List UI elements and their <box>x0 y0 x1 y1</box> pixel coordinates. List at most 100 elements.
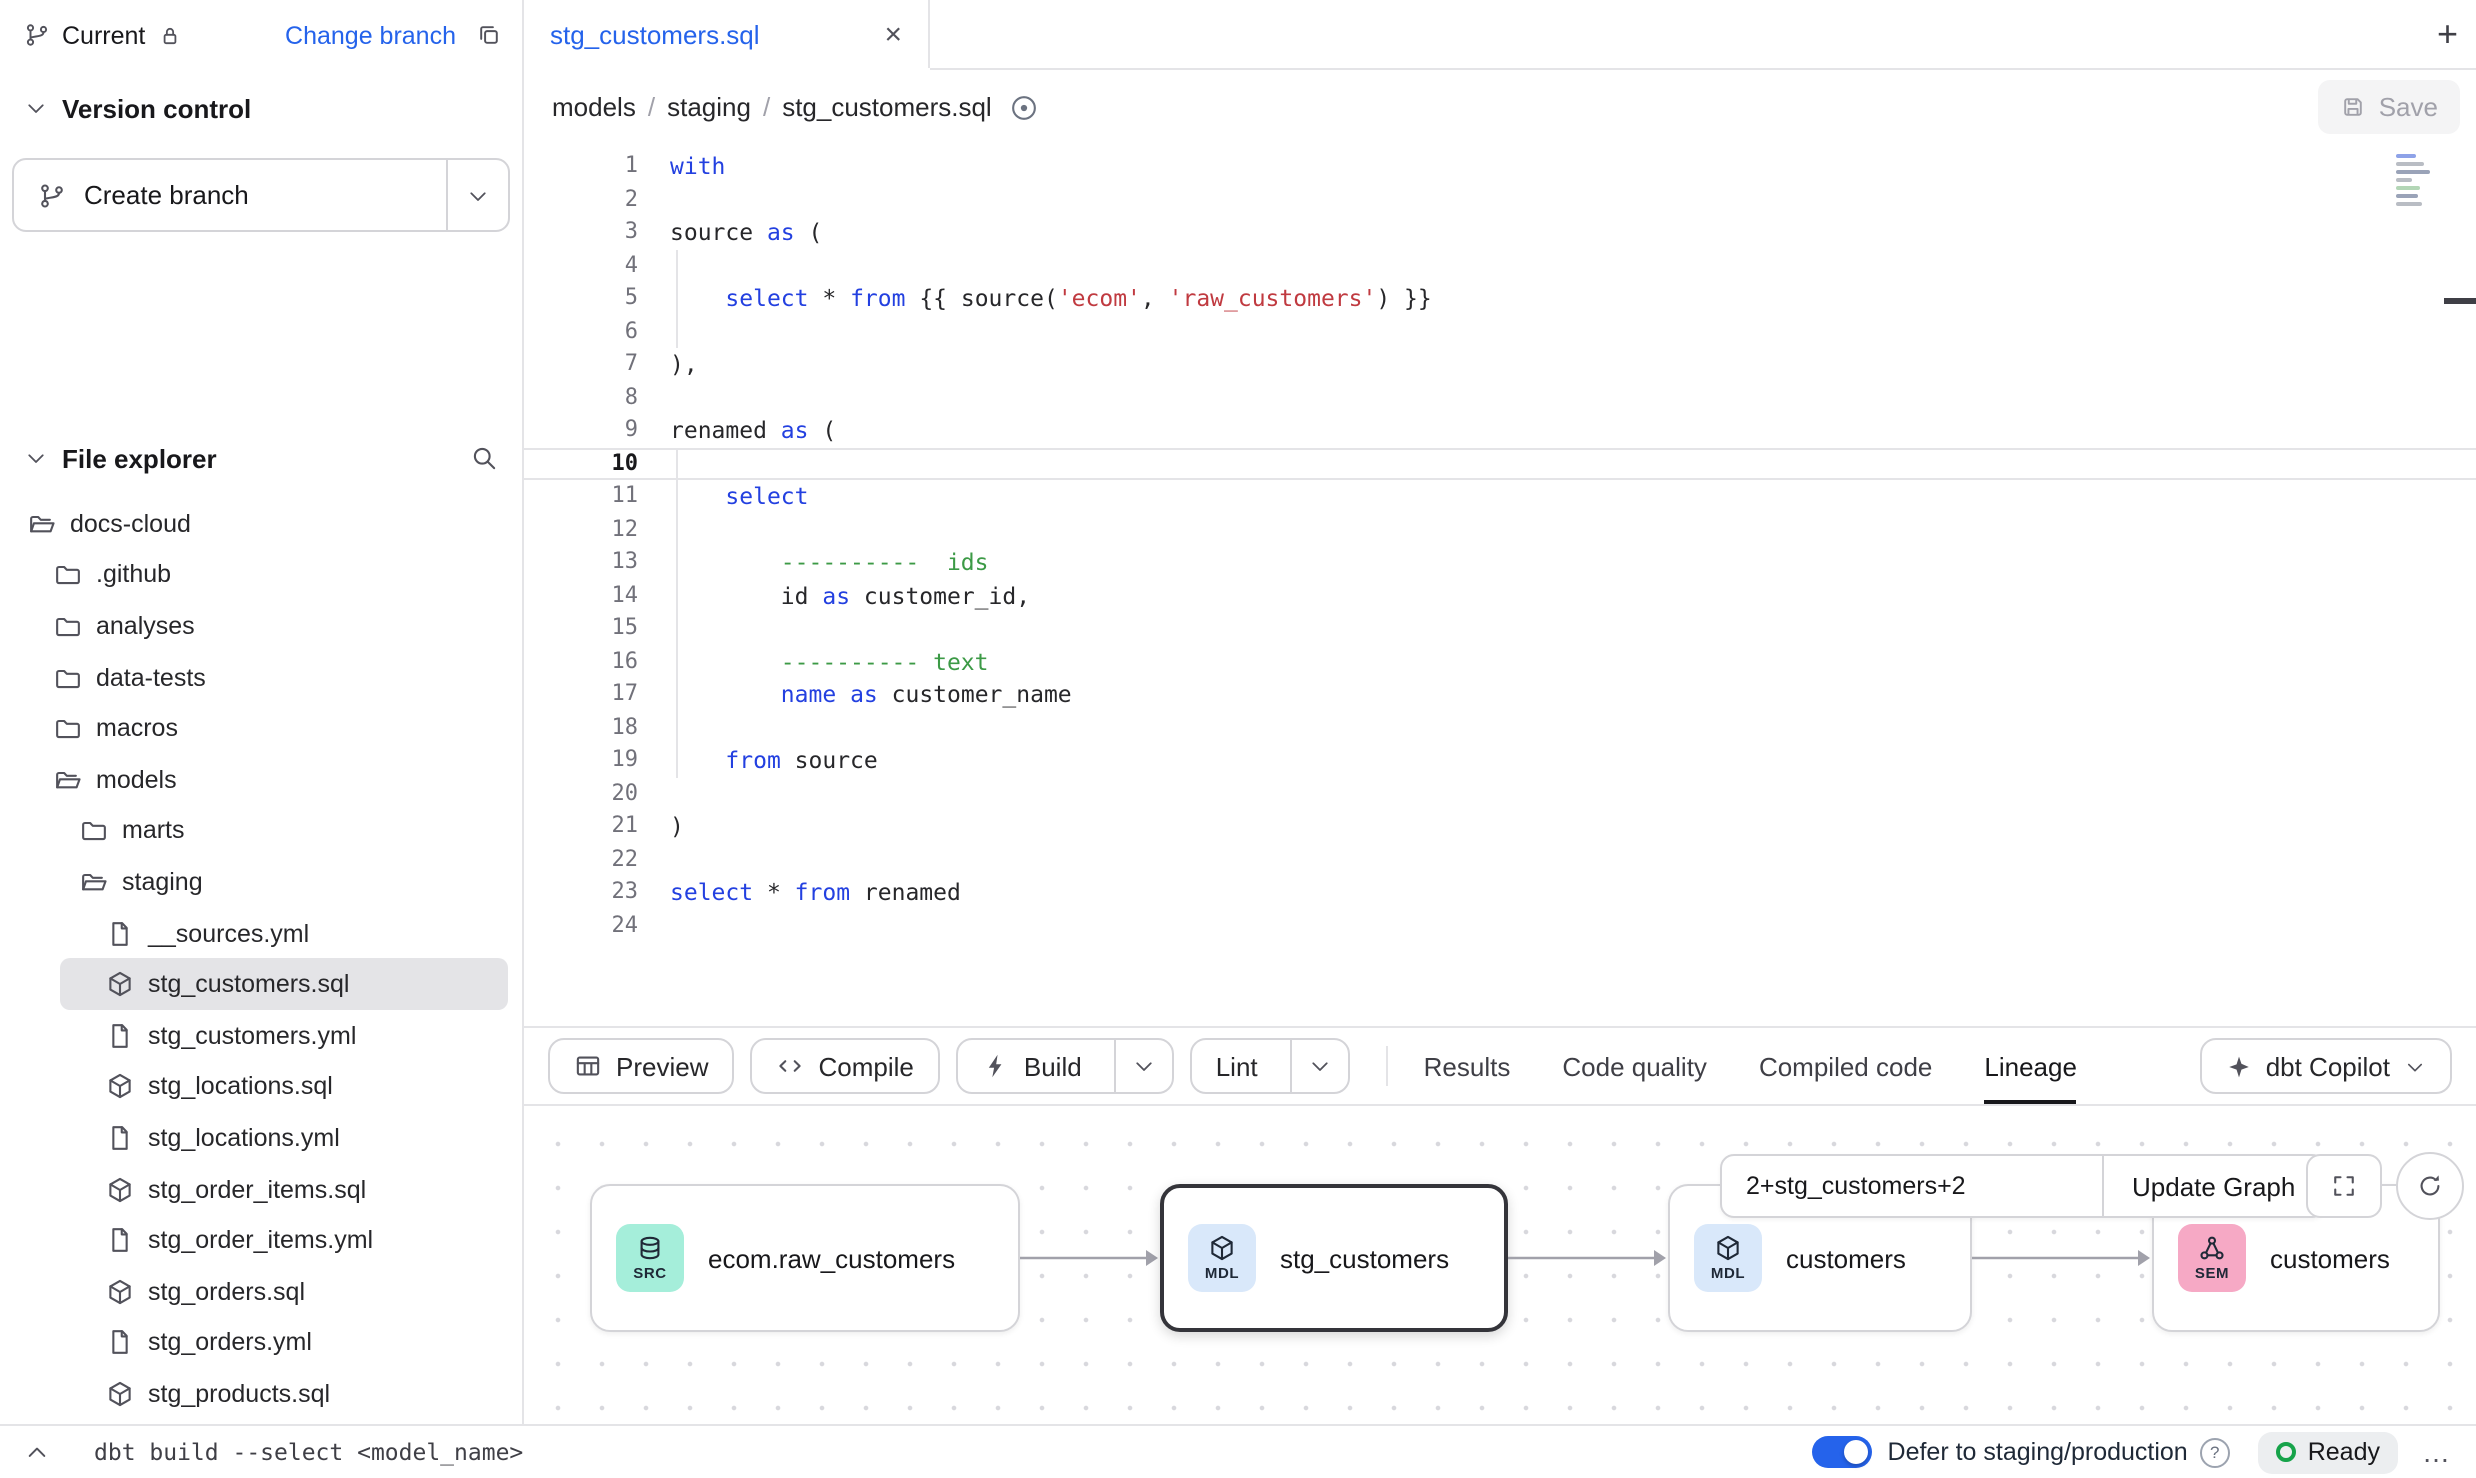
line-number: 4 <box>524 249 638 282</box>
file-explorer-header[interactable]: File explorer <box>0 436 522 480</box>
close-icon[interactable]: × <box>884 19 902 49</box>
lock-icon <box>157 23 181 47</box>
line-number: 10 <box>524 447 638 480</box>
ready-status-button[interactable]: Ready <box>2258 1431 2398 1473</box>
folder-open-icon <box>28 510 56 538</box>
code-line-11: 11 select <box>524 480 2476 513</box>
tree-item-stg_locations.sql[interactable]: stg_locations.sql <box>0 1061 522 1112</box>
dbt-copilot-button[interactable]: dbt Copilot <box>2200 1038 2452 1094</box>
tree-item-label: marts <box>122 817 185 845</box>
breadcrumb-separator: / <box>648 92 655 122</box>
help-icon[interactable]: ? <box>2200 1437 2230 1467</box>
lint-dropdown[interactable] <box>1290 1040 1348 1092</box>
scrollbar-mark[interactable] <box>2444 298 2476 304</box>
tree-item-label: stg_order_items.yml <box>148 1226 373 1254</box>
defer-toggle[interactable] <box>1812 1436 1872 1468</box>
tree-item-stg_customers.sql[interactable]: stg_customers.sql <box>60 959 508 1010</box>
breadcrumb-part: staging <box>667 92 751 122</box>
tree-item-label: staging <box>122 868 203 896</box>
code-line-17: 17 name as customer_name <box>524 678 2476 711</box>
tree-item-macros[interactable]: macros <box>0 703 522 754</box>
line-content <box>638 381 2476 414</box>
copy-icon[interactable] <box>476 22 502 48</box>
tree-item-stg_orders.sql[interactable]: stg_orders.sql <box>0 1266 522 1317</box>
save-label: Save <box>2379 92 2438 122</box>
tree-item-.github[interactable]: .github <box>0 549 522 600</box>
new-tab-button[interactable]: + <box>2437 0 2458 68</box>
create-branch-main[interactable]: Create branch <box>14 160 446 230</box>
tree-item-stg_order_items.yml[interactable]: stg_order_items.yml <box>0 1215 522 1266</box>
create-branch-dropdown[interactable] <box>446 160 508 230</box>
code-line-2: 2 <box>524 183 2476 216</box>
lineage-selector-group: 2+stg_customers+2 Update Graph <box>1720 1154 2325 1218</box>
code-editor[interactable]: 1with23source as (45 select * from {{ so… <box>524 144 2476 1026</box>
lineage-node-stg_customers-model[interactable]: MDLstg_customers <box>1160 1184 1508 1332</box>
lineage-node-ecom.raw_customers-source[interactable]: SRCecom.raw_customers <box>590 1184 1020 1332</box>
refresh-button[interactable] <box>2396 1152 2464 1220</box>
line-number: 1 <box>524 150 638 183</box>
line-number: 12 <box>524 513 638 546</box>
tab-results[interactable]: Results <box>1424 1028 1511 1104</box>
tab-compiled-code[interactable]: Compiled code <box>1759 1028 1932 1104</box>
tab-code-quality[interactable]: Code quality <box>1562 1028 1707 1104</box>
tree-item-stg_products.sql[interactable]: stg_products.sql <box>0 1368 522 1419</box>
change-branch-link[interactable]: Change branch <box>285 21 456 49</box>
chevron-up-icon[interactable] <box>24 1439 50 1465</box>
version-control-header[interactable]: Version control <box>0 86 522 130</box>
cube-icon <box>106 1277 134 1305</box>
create-branch-button[interactable]: Create branch <box>12 158 510 232</box>
tree-item-docs-cloud[interactable]: docs-cloud <box>0 498 522 549</box>
minimap[interactable] <box>2396 154 2448 210</box>
line-content <box>638 777 2476 810</box>
tree-item-stg_locations.yml[interactable]: stg_locations.yml <box>0 1112 522 1163</box>
line-number: 13 <box>524 546 638 579</box>
save-button[interactable]: Save <box>2319 80 2460 134</box>
code-line-6: 6 <box>524 315 2476 348</box>
tree-item-stg_customers.yml[interactable]: stg_customers.yml <box>0 1010 522 1061</box>
tree-item-staging[interactable]: staging <box>0 856 522 907</box>
tree-item-stg_order_items.sql[interactable]: stg_order_items.sql <box>0 1163 522 1214</box>
tree-item-stg_orders.yml[interactable]: stg_orders.yml <box>0 1317 522 1368</box>
tab-lineage[interactable]: Lineage <box>1984 1028 2077 1104</box>
lineage-selector-input[interactable]: 2+stg_customers+2 <box>1722 1156 2102 1216</box>
tree-item-__sources.yml[interactable]: __sources.yml <box>0 908 522 959</box>
line-content <box>638 909 2476 942</box>
tree-item-data-tests[interactable]: data-tests <box>0 652 522 703</box>
code-line-3: 3source as ( <box>524 216 2476 249</box>
fullscreen-button[interactable] <box>2306 1154 2382 1218</box>
lint-button[interactable]: Lint <box>1190 1038 1350 1094</box>
build-dropdown[interactable] <box>1114 1040 1172 1092</box>
line-content: ) <box>638 810 2476 843</box>
result-tabs: Results Code quality Compiled code Lineage <box>1424 1028 2077 1104</box>
folder-open-icon <box>80 868 108 896</box>
branch-bar: Current Change branch <box>0 0 522 70</box>
update-graph-button[interactable]: Update Graph <box>2102 1156 2323 1216</box>
lineage-node-label: ecom.raw_customers <box>708 1243 955 1273</box>
save-icon <box>2341 94 2367 120</box>
build-button[interactable]: Build <box>956 1038 1174 1094</box>
search-icon[interactable] <box>470 444 498 472</box>
compile-button[interactable]: Compile <box>751 1038 940 1094</box>
file-icon <box>106 1226 134 1254</box>
chevron-down-icon <box>1132 1054 1156 1078</box>
current-branch-label: Current <box>62 21 145 49</box>
preview-button[interactable]: Preview <box>548 1038 735 1094</box>
tree-item-label: models <box>96 766 177 794</box>
file-icon <box>106 1124 134 1152</box>
db-icon <box>636 1234 664 1262</box>
code-line-1: 1with <box>524 150 2476 183</box>
command-text: dbt build --select <model_name> <box>94 1438 523 1466</box>
line-content: renamed as ( <box>638 414 2476 447</box>
line-number: 14 <box>524 579 638 612</box>
overflow-menu-icon[interactable]: … <box>2422 1436 2452 1468</box>
line-number: 18 <box>524 711 638 744</box>
lineage-panel: SRCecom.raw_customersMDLstg_customersMDL… <box>524 1106 2476 1424</box>
tab-stg-customers-sql[interactable]: stg_customers.sql × <box>524 0 930 68</box>
file-tree: docs-cloud.githubanalysesdata-testsmacro… <box>0 498 522 1419</box>
line-content <box>638 183 2476 216</box>
tree-item-models[interactable]: models <box>0 754 522 805</box>
tree-item-analyses[interactable]: analyses <box>0 600 522 651</box>
tree-item-marts[interactable]: marts <box>0 805 522 856</box>
tree-item-label: __sources.yml <box>148 919 309 947</box>
sidebar: Current Change branch Version control Cr… <box>0 0 524 1424</box>
